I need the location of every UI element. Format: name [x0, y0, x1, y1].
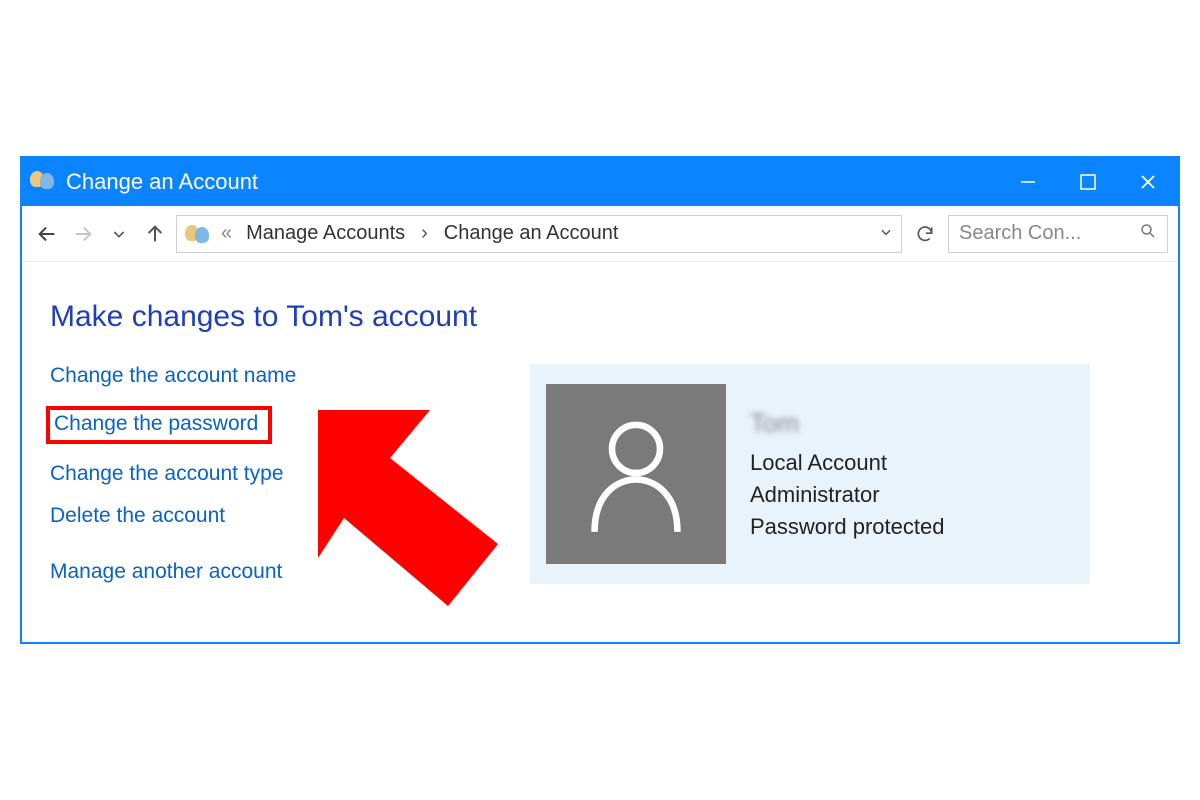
content-area: Make changes to Tom's account Change the… — [22, 262, 1178, 642]
window-title: Change an Account — [66, 169, 998, 195]
minimize-button[interactable] — [998, 158, 1058, 206]
account-type-label: Local Account — [750, 447, 944, 479]
address-dropdown-icon[interactable] — [879, 222, 893, 245]
link-change-account-type[interactable]: Change the account type — [50, 462, 284, 486]
up-button[interactable] — [140, 219, 170, 249]
back-button[interactable] — [32, 219, 62, 249]
link-manage-another-account[interactable]: Manage another account — [50, 560, 282, 584]
user-accounts-icon — [185, 223, 211, 245]
account-card: Tom Local Account Administrator Password… — [530, 364, 1090, 584]
crumb-prefix: « — [221, 222, 232, 245]
address-bar[interactable]: « Manage Accounts Change an Account — [176, 215, 902, 253]
control-panel-window: Change an Account « Manage Accounts — [20, 156, 1180, 644]
user-accounts-icon — [30, 169, 56, 195]
breadcrumb-segment[interactable]: Change an Account — [444, 222, 619, 245]
account-password-status: Password protected — [750, 511, 944, 543]
close-button[interactable] — [1118, 158, 1178, 206]
titlebar: Change an Account — [22, 158, 1178, 206]
recent-locations-button[interactable] — [104, 219, 134, 249]
maximize-button[interactable] — [1058, 158, 1118, 206]
forward-button[interactable] — [68, 219, 98, 249]
account-actions-list: Change the account name Change the passw… — [50, 364, 490, 584]
avatar — [546, 384, 726, 564]
search-input[interactable]: Search Con... — [948, 215, 1168, 253]
chevron-right-icon — [415, 222, 434, 245]
link-change-password[interactable]: Change the password — [46, 406, 272, 444]
refresh-button[interactable] — [908, 217, 942, 251]
account-username: Tom — [750, 405, 944, 443]
toolbar: « Manage Accounts Change an Account Sear… — [22, 206, 1178, 262]
search-icon — [1139, 222, 1157, 246]
link-delete-account[interactable]: Delete the account — [50, 504, 225, 528]
page-title: Make changes to Tom's account — [50, 300, 1150, 334]
search-placeholder: Search Con... — [959, 222, 1081, 245]
link-change-account-name[interactable]: Change the account name — [50, 364, 296, 388]
account-info: Tom Local Account Administrator Password… — [750, 405, 944, 542]
breadcrumb-segment[interactable]: Manage Accounts — [246, 222, 405, 245]
account-role-label: Administrator — [750, 479, 944, 511]
